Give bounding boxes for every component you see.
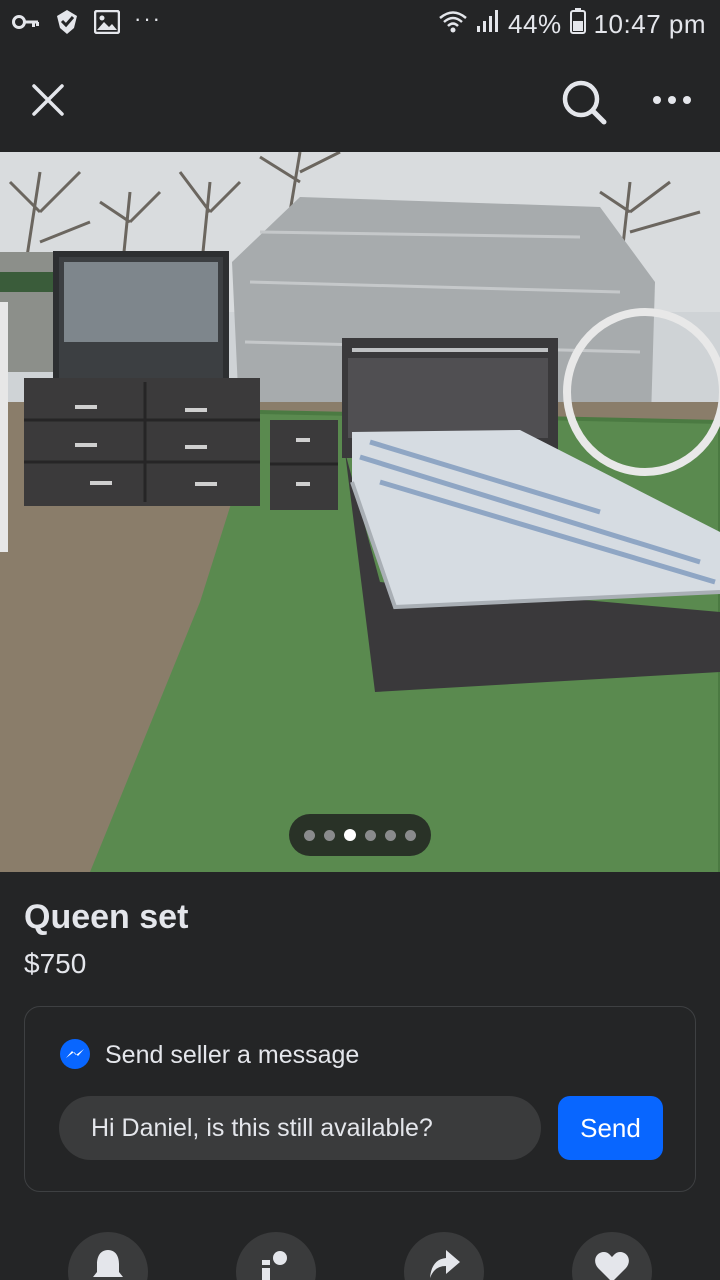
message-header-label: Send seller a message: [105, 1040, 360, 1069]
status-left-icons: ···: [12, 6, 162, 41]
save-button[interactable]: [572, 1232, 652, 1280]
seller-info-button[interactable]: [236, 1232, 316, 1280]
listing-price: $750: [24, 948, 87, 979]
listing-title: Queen set: [24, 898, 189, 936]
key-icon: [12, 12, 40, 37]
battery-percent: 44%: [508, 8, 562, 39]
share-icon: [430, 1250, 460, 1278]
message-input[interactable]: [59, 1096, 541, 1160]
more-icon: [653, 96, 691, 104]
pager-dot[interactable]: [304, 829, 315, 841]
wifi-icon: [438, 9, 468, 40]
status-bar: ··· 44% 10:47 pm: [0, 0, 720, 52]
clock: 10:47 pm: [593, 8, 706, 39]
more-options-button[interactable]: [644, 78, 700, 122]
listing-actions: [0, 1232, 720, 1280]
message-seller-card: Send seller a message Send: [24, 1006, 696, 1192]
pager-dot[interactable]: [405, 829, 416, 841]
listing-photo-illustration: [0, 152, 720, 872]
search-button[interactable]: [556, 74, 612, 130]
message-header: Send seller a message: [59, 1039, 359, 1071]
listing-photo[interactable]: [0, 152, 720, 872]
share-button[interactable]: [404, 1232, 484, 1280]
check-shield-icon: [54, 8, 80, 41]
close-button[interactable]: [24, 76, 72, 124]
person-info-icon: [262, 1251, 287, 1280]
heart-icon: [595, 1252, 629, 1280]
pager-dot[interactable]: [365, 829, 376, 841]
signal-icon: [476, 9, 500, 40]
pager-dot-active[interactable]: [344, 829, 356, 841]
status-right-icons: 44% 10:47 pm: [438, 6, 706, 42]
photo-pager[interactable]: [289, 814, 431, 856]
pager-dot[interactable]: [324, 829, 335, 841]
pager-dot[interactable]: [385, 829, 396, 841]
search-icon: [562, 80, 607, 125]
send-button[interactable]: Send: [558, 1096, 663, 1160]
bell-icon: [93, 1250, 123, 1277]
messenger-icon: [60, 1039, 90, 1069]
status-overflow: ···: [134, 6, 162, 31]
top-app-bar: [0, 52, 720, 152]
battery-icon: [569, 7, 586, 41]
alert-button[interactable]: [68, 1232, 148, 1280]
image-icon: [93, 9, 121, 39]
close-icon: [32, 84, 64, 116]
